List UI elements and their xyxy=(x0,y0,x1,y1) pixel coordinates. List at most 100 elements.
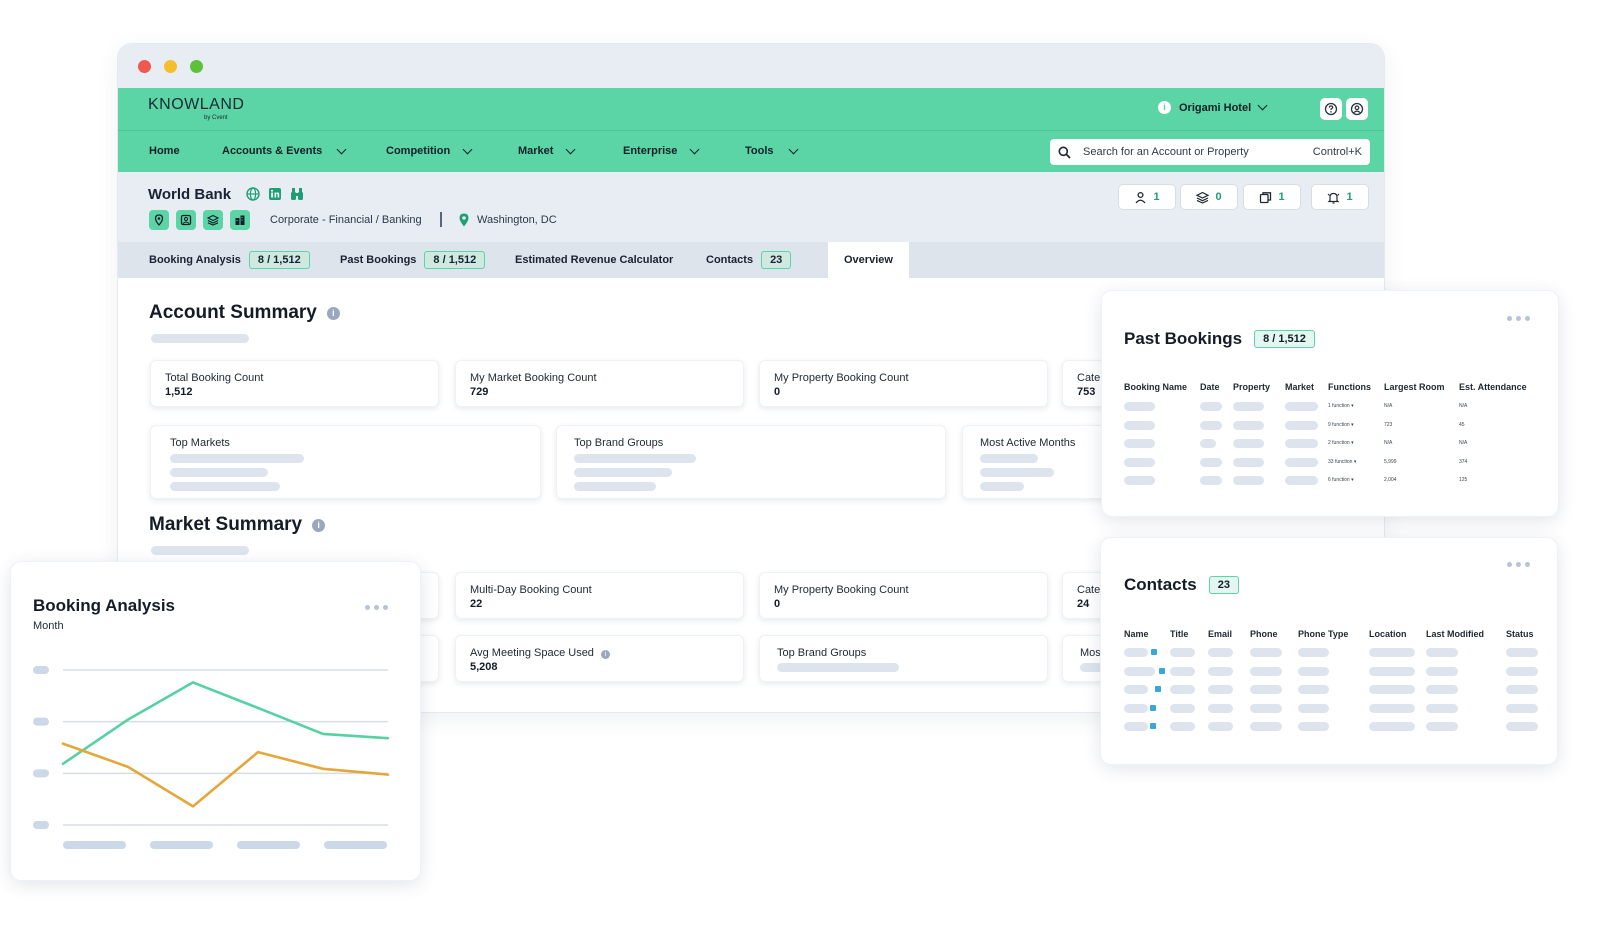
skeleton-cell xyxy=(1124,703,1148,713)
more-options-button[interactable] xyxy=(1507,562,1530,567)
y-tick-skeleton xyxy=(33,821,49,829)
skeleton-cell xyxy=(1233,476,1264,485)
skeleton-cell xyxy=(1506,722,1538,731)
hotel-selector[interactable]: i Origami Hotel xyxy=(1158,100,1268,114)
column-header: Email xyxy=(1208,629,1233,639)
skeleton-cell xyxy=(1369,703,1415,713)
table-row[interactable] xyxy=(1101,648,1557,658)
contact-link-icon[interactable] xyxy=(1151,649,1157,655)
series-line-2 xyxy=(61,742,390,808)
tab-past-bookings[interactable]: Past Bookings 8 / 1,512 xyxy=(340,242,486,278)
skeleton-line xyxy=(151,546,249,555)
tab-booking-analysis[interactable]: Booking Analysis 8 / 1,512 xyxy=(149,242,310,278)
skeleton-cell xyxy=(1426,722,1458,731)
person-icon xyxy=(1135,191,1146,203)
stat-card: Top Brand Groups xyxy=(759,635,1048,682)
buildings-tag-button[interactable] xyxy=(230,210,250,230)
y-tick-skeleton xyxy=(33,717,49,726)
skeleton-line xyxy=(574,468,672,477)
skeleton-cell xyxy=(1124,685,1148,694)
layers-counter[interactable]: 0 xyxy=(1180,184,1238,210)
minimize-window-button[interactable] xyxy=(164,60,177,73)
skeleton-cell xyxy=(1285,420,1318,430)
account-tabs: Booking Analysis 8 / 1,512 Past Bookings 8… xyxy=(118,242,1384,278)
close-window-button[interactable] xyxy=(138,60,151,73)
contact-link-icon[interactable] xyxy=(1150,723,1156,729)
bell-icon xyxy=(1327,192,1340,204)
attendance-cell: 45 xyxy=(1459,421,1465,428)
skeleton-line xyxy=(980,482,1024,491)
location-tag-button[interactable] xyxy=(149,210,169,230)
table-row[interactable] xyxy=(1101,685,1557,695)
skeleton-cell xyxy=(1124,722,1148,731)
nav-enterprise[interactable]: Enterprise xyxy=(623,144,700,157)
tab-revenue-calculator[interactable]: Estimated Revenue Calculator xyxy=(515,242,673,278)
nav-competition[interactable]: Competition xyxy=(386,144,473,157)
table-row[interactable]: 1 function ▾ N/A N/A xyxy=(1102,402,1558,412)
table-row[interactable]: 33 function ▾ 5,999 374 xyxy=(1102,457,1558,468)
copies-counter[interactable]: 1 xyxy=(1243,184,1301,210)
layers-tag-button[interactable] xyxy=(203,210,223,230)
contact-link-icon[interactable] xyxy=(1155,686,1161,692)
table-row[interactable]: 9 function ▾ 723 45 xyxy=(1102,420,1558,431)
skeleton-cell xyxy=(1506,666,1538,676)
profile-button[interactable] xyxy=(1346,98,1368,120)
column-header: Last Modified xyxy=(1426,629,1484,639)
table-row[interactable]: 2 function ▾ N/A N/A xyxy=(1102,439,1558,449)
globe-icon[interactable] xyxy=(245,186,261,202)
contacts-title: Contacts 23 xyxy=(1124,575,1239,595)
skeleton-cell xyxy=(1298,722,1329,731)
skeleton-cell xyxy=(1124,476,1155,485)
skeleton-cell xyxy=(1369,722,1415,731)
info-icon[interactable]: i xyxy=(326,306,340,320)
skeleton-cell xyxy=(1124,420,1155,430)
stat-card: Total Booking Count 1,512 xyxy=(150,360,439,407)
table-row[interactable] xyxy=(1101,722,1557,732)
nav-accounts-events[interactable]: Accounts & Events xyxy=(222,144,347,157)
search-shortcut: Control+K xyxy=(1312,146,1362,158)
info-icon[interactable]: i xyxy=(601,650,610,659)
chevron-down-icon xyxy=(566,144,576,154)
nav-tools[interactable]: Tools xyxy=(745,144,798,157)
people-counter[interactable]: 1 xyxy=(1118,184,1176,210)
stat-card: My Property Booking Count 0 xyxy=(759,360,1048,407)
brand-logo[interactable]: KNOWLAND xyxy=(148,96,244,114)
contact-link-icon[interactable] xyxy=(1159,667,1165,674)
binoculars-icon[interactable] xyxy=(289,186,305,202)
more-options-button[interactable] xyxy=(1507,316,1530,321)
skeleton-cell xyxy=(1170,722,1195,731)
x-tick-skeleton xyxy=(63,841,126,849)
alerts-counter[interactable]: 1 xyxy=(1311,184,1369,210)
contact-link-icon[interactable] xyxy=(1150,704,1156,711)
skeleton-cell xyxy=(1298,666,1329,676)
skeleton-cell xyxy=(1506,648,1538,657)
skeleton-line xyxy=(170,482,280,491)
map-pin-icon xyxy=(154,214,164,226)
skeleton-cell xyxy=(1170,666,1195,676)
attendance-cell: N/A xyxy=(1459,440,1468,446)
global-search[interactable]: Control+K xyxy=(1050,139,1370,165)
maximize-window-button[interactable] xyxy=(190,60,203,73)
skeleton-cell xyxy=(1369,666,1415,676)
image-tag-button[interactable] xyxy=(176,210,196,230)
search-input[interactable] xyxy=(1083,146,1293,158)
skeleton-cell xyxy=(1208,648,1233,657)
tab-overview[interactable]: Overview xyxy=(828,242,909,278)
tab-contacts[interactable]: Contacts 23 xyxy=(706,242,792,278)
skeleton-cell xyxy=(1233,439,1264,448)
column-header: Phone Type xyxy=(1298,629,1349,639)
user-circle-icon xyxy=(1350,102,1364,116)
skeleton-cell xyxy=(1200,402,1222,411)
linkedin-icon[interactable] xyxy=(267,186,283,202)
table-row[interactable] xyxy=(1101,666,1557,677)
location-pin-icon xyxy=(459,213,469,227)
info-icon[interactable]: i xyxy=(312,518,326,532)
help-button[interactable] xyxy=(1320,98,1342,120)
largest-room-cell: 5,999 xyxy=(1384,458,1397,465)
table-row[interactable] xyxy=(1101,703,1557,714)
nav-home[interactable]: Home xyxy=(149,145,180,157)
nav-market[interactable]: Market xyxy=(518,144,576,157)
table-row[interactable]: 6 function ▾ 2,004 125 xyxy=(1102,476,1558,486)
skeleton-cell xyxy=(1285,439,1318,448)
stat-card: Avg Meeting Space Used i 5,208 xyxy=(455,635,744,682)
